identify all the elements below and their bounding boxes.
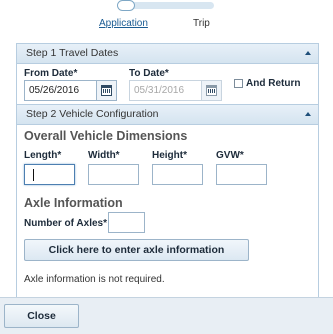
width-label: Width* [88, 150, 120, 161]
collapse-up-icon[interactable] [305, 51, 311, 55]
close-button[interactable]: Close [4, 304, 79, 328]
step-link-trip[interactable]: Trip [193, 18, 210, 29]
calendar-icon [206, 85, 217, 96]
number-of-axles-label: Number of Axles* [24, 218, 107, 229]
height-label: Height* [152, 150, 187, 161]
axle-note: Axle information is not required. [24, 274, 165, 285]
from-date-field[interactable]: 05/26/2016 [24, 80, 97, 101]
progress-knob [117, 0, 135, 11]
text-caret [33, 169, 34, 181]
from-date-calendar-button[interactable] [96, 80, 117, 101]
step-link-application[interactable]: Application [99, 18, 148, 29]
collapse-up-icon[interactable] [305, 112, 311, 116]
calendar-icon [101, 85, 112, 96]
height-input[interactable] [152, 164, 203, 185]
step2-header[interactable]: Step 2 Vehicle Configuration [16, 104, 319, 125]
step1-title: Step 1 Travel Dates [26, 47, 119, 59]
step1-header[interactable]: Step 1 Travel Dates [16, 43, 319, 64]
number-of-axles-input[interactable] [108, 212, 145, 233]
enter-axle-info-button[interactable]: Click here to enter axle information [24, 239, 249, 261]
gvw-input[interactable] [216, 164, 267, 185]
width-input[interactable] [88, 164, 139, 185]
step2-title: Step 2 Vehicle Configuration [26, 108, 159, 120]
from-date-label: From Date* [24, 68, 78, 79]
dimensions-heading: Overall Vehicle Dimensions [24, 129, 188, 143]
length-label: Length* [24, 150, 62, 161]
and-return-label: And Return [246, 78, 301, 89]
gvw-label: GVW* [216, 150, 244, 161]
to-date-calendar-button [201, 80, 222, 101]
length-input[interactable] [24, 164, 75, 185]
to-date-label: To Date* [129, 68, 169, 79]
axle-heading: Axle Information [24, 196, 123, 210]
and-return-checkbox[interactable] [234, 79, 243, 88]
to-date-field: 05/31/2016 [129, 80, 202, 101]
